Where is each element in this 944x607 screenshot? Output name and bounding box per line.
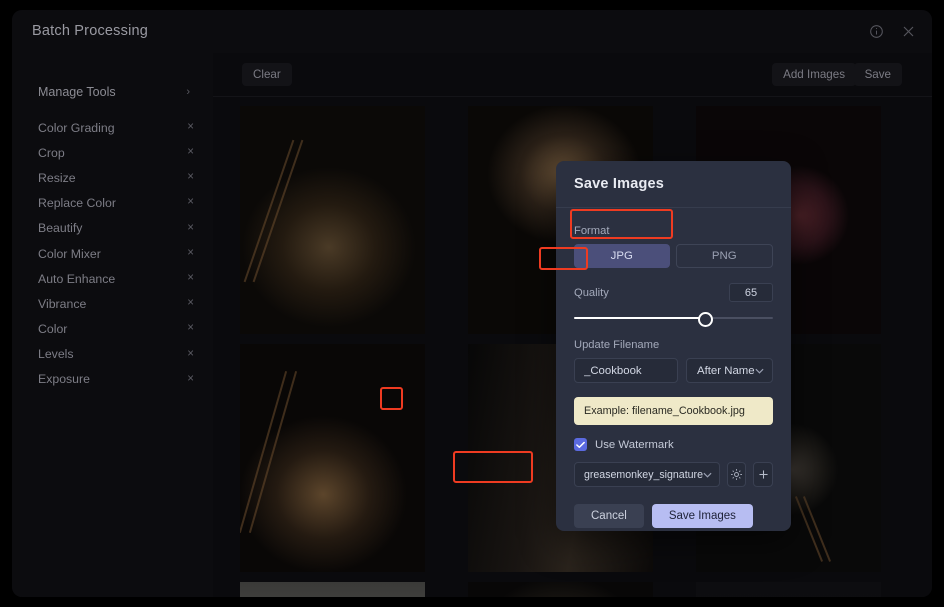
filename-suffix-input[interactable] bbox=[574, 358, 678, 383]
cancel-button[interactable]: Cancel bbox=[574, 504, 644, 528]
save-images-dialog: Save Images Format JPG PNG Quality 65 Up… bbox=[556, 161, 791, 531]
format-segmented-control: JPG PNG bbox=[574, 244, 773, 268]
tool-label: Levels bbox=[38, 347, 74, 362]
format-option-png[interactable]: PNG bbox=[675, 244, 773, 268]
tool-item-color-grading[interactable]: Color Grading × bbox=[28, 115, 204, 140]
tool-label: Crop bbox=[38, 145, 65, 160]
window-controls bbox=[867, 22, 918, 41]
format-label: Format bbox=[574, 225, 610, 237]
tool-item-beautify[interactable]: Beautify × bbox=[28, 216, 204, 241]
tool-item-levels[interactable]: Levels × bbox=[28, 342, 204, 367]
filename-position-select[interactable]: After Name bbox=[686, 358, 773, 383]
batch-processing-window: Batch Processing Manage Tools › Color Gr… bbox=[12, 10, 932, 597]
tool-item-resize[interactable]: Resize × bbox=[28, 165, 204, 190]
remove-tool-icon[interactable]: × bbox=[187, 197, 194, 209]
save-button[interactable]: Save bbox=[853, 63, 902, 86]
thumbnail-item[interactable] bbox=[240, 344, 425, 572]
tool-label: Color Grading bbox=[38, 120, 115, 135]
filename-example: Example: filename_Cookbook.jpg bbox=[574, 397, 773, 425]
remove-tool-icon[interactable]: × bbox=[187, 348, 194, 361]
chevron-down-icon bbox=[703, 470, 712, 480]
remove-tool-icon[interactable]: × bbox=[187, 147, 194, 159]
watermark-settings-button[interactable] bbox=[726, 462, 747, 487]
tool-item-color-mixer[interactable]: Color Mixer × bbox=[28, 241, 204, 266]
thumbnail-item[interactable] bbox=[240, 582, 425, 597]
format-option-jpg[interactable]: JPG bbox=[574, 244, 670, 268]
tool-item-auto-enhance[interactable]: Auto Enhance × bbox=[28, 266, 204, 291]
remove-tool-icon[interactable]: × bbox=[187, 121, 194, 134]
remove-tool-icon[interactable]: × bbox=[187, 222, 194, 235]
tool-label: Exposure bbox=[38, 372, 90, 387]
chevron-right-icon: › bbox=[186, 85, 190, 98]
use-watermark-checkbox[interactable] bbox=[574, 438, 587, 451]
filename-position-value: After Name bbox=[697, 364, 755, 377]
tool-item-vibrance[interactable]: Vibrance × bbox=[28, 291, 204, 316]
dialog-body: Format JPG PNG Quality 65 Update Filenam… bbox=[556, 208, 791, 528]
gear-icon bbox=[730, 468, 743, 481]
remove-tool-icon[interactable]: × bbox=[187, 323, 194, 335]
dialog-header: Save Images bbox=[556, 161, 791, 208]
sidebar-item-manage-tools[interactable]: Manage Tools › bbox=[28, 77, 198, 107]
quality-label: Quality bbox=[574, 286, 609, 299]
remove-tool-icon[interactable]: × bbox=[187, 373, 194, 386]
sidebar: Manage Tools › Color Grading × Crop × Re… bbox=[12, 53, 214, 597]
save-images-button[interactable]: Save Images bbox=[651, 504, 753, 528]
use-watermark-label: Use Watermark bbox=[595, 438, 674, 451]
watermark-selected-value: greasemonkey_signature bbox=[584, 468, 703, 481]
plus-icon bbox=[757, 468, 770, 481]
filename-row: After Name bbox=[574, 358, 773, 383]
page-title: Batch Processing bbox=[32, 23, 149, 39]
slider-fill bbox=[574, 317, 704, 319]
remove-tool-icon[interactable]: × bbox=[187, 172, 194, 184]
update-filename-label: Update Filename bbox=[574, 339, 660, 351]
watermark-select[interactable]: greasemonkey_signature bbox=[574, 462, 720, 487]
add-images-button[interactable]: Add Images bbox=[772, 63, 856, 86]
watermark-row: greasemonkey_signature bbox=[574, 462, 773, 487]
chevron-down-icon bbox=[755, 366, 764, 376]
add-watermark-button[interactable] bbox=[753, 462, 773, 487]
remove-tool-icon[interactable]: × bbox=[187, 298, 194, 310]
tool-label: Vibrance bbox=[38, 296, 87, 311]
tool-label: Beautify bbox=[38, 221, 83, 236]
dialog-footer: Cancel Save Images bbox=[574, 504, 773, 528]
remove-tool-icon[interactable]: × bbox=[187, 272, 194, 285]
close-icon[interactable] bbox=[899, 22, 918, 41]
slider-thumb[interactable] bbox=[697, 312, 713, 327]
tool-label: Resize bbox=[38, 170, 76, 185]
thumbnail-item[interactable] bbox=[468, 582, 653, 597]
quality-row: Quality 65 bbox=[574, 283, 773, 302]
main-content: Clear Add Images Save Save Images Format… bbox=[213, 53, 932, 597]
quality-value[interactable]: 65 bbox=[729, 283, 773, 302]
tool-item-replace-color[interactable]: Replace Color × bbox=[28, 191, 204, 216]
thumbnail-item[interactable] bbox=[240, 106, 425, 334]
tool-item-crop[interactable]: Crop × bbox=[28, 140, 204, 165]
quality-slider[interactable] bbox=[574, 311, 773, 327]
tool-label: Replace Color bbox=[38, 196, 116, 211]
watermark-checkbox-row: Use Watermark bbox=[574, 438, 773, 451]
clear-button[interactable]: Clear bbox=[242, 63, 292, 86]
thumbnail-item[interactable] bbox=[696, 582, 881, 597]
remove-tool-icon[interactable]: × bbox=[187, 247, 194, 260]
tool-item-exposure[interactable]: Exposure × bbox=[28, 367, 204, 392]
tool-list: Color Grading × Crop × Resize × Replace … bbox=[28, 115, 204, 392]
title-bar: Batch Processing bbox=[12, 10, 932, 54]
tool-label: Color Mixer bbox=[38, 246, 101, 261]
tool-label: Auto Enhance bbox=[38, 271, 116, 286]
info-icon[interactable] bbox=[867, 22, 886, 41]
tool-label: Color bbox=[38, 322, 68, 337]
content-toolbar: Clear Add Images Save bbox=[213, 53, 932, 97]
tool-item-color[interactable]: Color × bbox=[28, 317, 204, 342]
manage-tools-label: Manage Tools bbox=[38, 85, 116, 99]
dialog-title: Save Images bbox=[574, 176, 665, 192]
